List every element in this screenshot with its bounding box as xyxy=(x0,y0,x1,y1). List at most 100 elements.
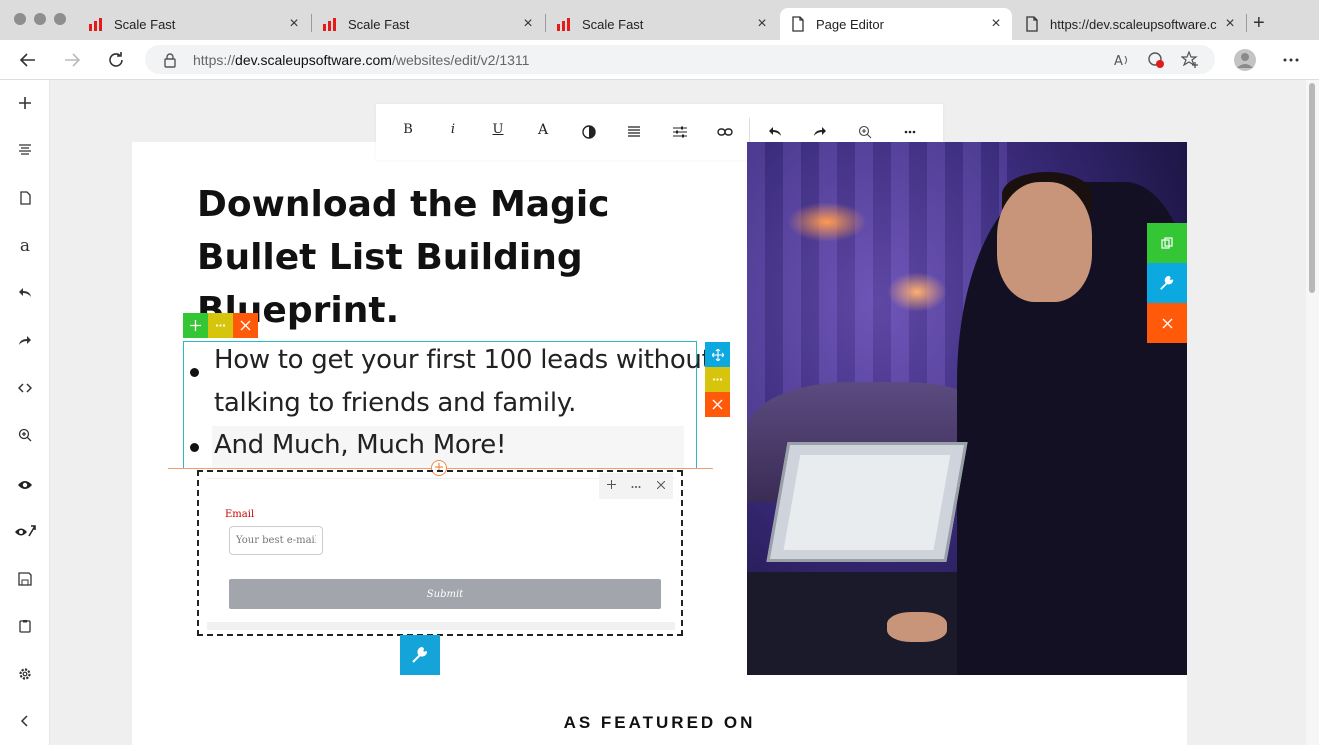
new-tab-button[interactable]: + xyxy=(1253,12,1265,35)
save-button[interactable] xyxy=(13,567,37,591)
delete-image-button[interactable] xyxy=(1147,303,1187,343)
window-minimize-control[interactable] xyxy=(34,13,46,25)
collapse-icon xyxy=(20,715,28,727)
image-settings-button[interactable] xyxy=(1147,263,1187,303)
more-horizontal-icon xyxy=(712,378,723,381)
redo-icon xyxy=(19,336,31,345)
bullet-dot xyxy=(190,368,199,377)
align-button[interactable] xyxy=(627,125,641,144)
close-icon[interactable] xyxy=(656,480,666,492)
bullet-list-block[interactable]: How to get your first 100 leads without … xyxy=(183,341,712,469)
address-bar: https://dev.scaleupsoftware.com/websites… xyxy=(0,40,1319,80)
list-item-continued[interactable]: talking to friends and family. xyxy=(214,388,576,418)
pages-button[interactable] xyxy=(13,186,37,210)
profile-button[interactable] xyxy=(1233,48,1257,72)
email-label: Email xyxy=(225,509,255,520)
preview-button[interactable] xyxy=(13,473,37,497)
close-icon[interactable]: × xyxy=(752,15,772,33)
settings-button[interactable] xyxy=(13,662,37,686)
browser-tab-2[interactable]: Scale Fast × xyxy=(312,8,544,40)
duplicate-image-button[interactable] xyxy=(1147,223,1187,263)
link-button[interactable] xyxy=(717,125,733,144)
browser-tab-1[interactable]: Scale Fast × xyxy=(78,8,310,40)
italic-button[interactable]: i xyxy=(441,122,465,142)
submit-button[interactable]: Submit xyxy=(229,579,661,609)
code-button[interactable] xyxy=(13,376,37,400)
block-options-button[interactable] xyxy=(208,313,233,338)
delete-block-button[interactable] xyxy=(233,313,258,338)
photo-speaker-head xyxy=(997,182,1092,302)
url-host: dev.scaleupsoftware.com xyxy=(235,51,392,68)
sections-button[interactable] xyxy=(13,138,37,162)
scrollbar-thumb[interactable] xyxy=(1309,83,1315,293)
favorite-add-icon[interactable] xyxy=(1181,51,1199,69)
list-options-button[interactable] xyxy=(705,367,730,392)
close-icon[interactable]: × xyxy=(518,15,538,33)
form-container: Email Submit xyxy=(207,473,675,622)
plus-icon[interactable] xyxy=(606,480,616,492)
clipboard-icon xyxy=(19,620,31,633)
add-element-button[interactable] xyxy=(13,91,37,115)
close-icon[interactable]: × xyxy=(986,15,1006,33)
move-block-button[interactable] xyxy=(705,342,730,367)
more-menu-button[interactable] xyxy=(1279,48,1303,72)
read-aloud-icon[interactable]: A xyxy=(1113,51,1131,69)
sliders-icon xyxy=(673,126,687,138)
undo-icon xyxy=(769,127,781,136)
url-scheme: https:// xyxy=(193,51,236,68)
window-close-control[interactable] xyxy=(14,13,26,25)
arrow-right-icon xyxy=(65,53,81,67)
form-toolbar xyxy=(599,473,673,499)
bold-button[interactable]: B xyxy=(396,122,420,142)
list-side-toolbar xyxy=(705,342,730,417)
reload-button[interactable] xyxy=(104,48,128,72)
wrench-icon xyxy=(1160,275,1174,290)
font-button[interactable]: A xyxy=(531,122,555,142)
tab-label: Page Editor xyxy=(816,16,884,32)
link-icon xyxy=(717,128,733,136)
preview-icon xyxy=(15,525,36,537)
close-icon[interactable]: × xyxy=(1220,15,1240,33)
paragraph-settings-button[interactable] xyxy=(672,125,688,144)
email-field[interactable] xyxy=(229,526,323,555)
preview-new-window-button[interactable] xyxy=(13,519,37,543)
color-button[interactable] xyxy=(582,125,596,144)
close-icon[interactable]: × xyxy=(284,15,304,33)
settings-icon xyxy=(19,668,31,680)
page-headline[interactable]: Download the Magic Bullet List Building … xyxy=(197,178,677,337)
back-button[interactable] xyxy=(16,48,40,72)
url-text: https://dev.scaleupsoftware.com/websites… xyxy=(193,52,529,68)
editor-sidebar: a xyxy=(0,80,50,745)
close-icon xyxy=(712,399,723,410)
underline-button[interactable]: U xyxy=(486,122,510,142)
add-block-button[interactable] xyxy=(183,313,208,338)
clipboard-button[interactable] xyxy=(13,614,37,638)
undo-button[interactable] xyxy=(13,281,37,305)
redo-button[interactable] xyxy=(13,329,37,353)
list-item[interactable]: How to get your first 100 leads without xyxy=(214,345,712,375)
lines-icon xyxy=(19,144,31,155)
list-item[interactable]: And Much, Much More! xyxy=(214,430,506,460)
vertical-scrollbar[interactable] xyxy=(1306,80,1319,745)
window-zoom-control[interactable] xyxy=(54,13,66,25)
forward-button[interactable] xyxy=(60,48,84,72)
zoom-button[interactable] xyxy=(13,423,37,447)
align-justify-icon xyxy=(628,126,640,137)
bullet-dot xyxy=(190,443,199,452)
delete-list-button[interactable] xyxy=(705,392,730,417)
collapse-sidebar-button[interactable] xyxy=(13,709,37,733)
browser-tab-5[interactable]: https://dev.scaleupsoftware.c × xyxy=(1014,8,1246,40)
eye-icon xyxy=(18,481,32,489)
tracking-icon[interactable] xyxy=(1147,51,1165,69)
tab-label: Scale Fast xyxy=(348,16,410,32)
speaker-photo[interactable] xyxy=(747,142,1187,675)
code-icon xyxy=(18,383,32,393)
more-horizontal-icon[interactable] xyxy=(631,480,641,492)
optin-form-block[interactable]: Email Submit xyxy=(197,470,683,636)
browser-tab-3[interactable]: Scale Fast × xyxy=(546,8,778,40)
browser-tab-page-editor[interactable]: Page Editor × xyxy=(780,8,1012,40)
scalefast-logo-icon xyxy=(89,18,102,31)
typography-button[interactable]: a xyxy=(13,234,37,258)
form-settings-button[interactable] xyxy=(400,635,440,675)
url-field[interactable]: https://dev.scaleupsoftware.com/websites… xyxy=(145,45,1215,74)
